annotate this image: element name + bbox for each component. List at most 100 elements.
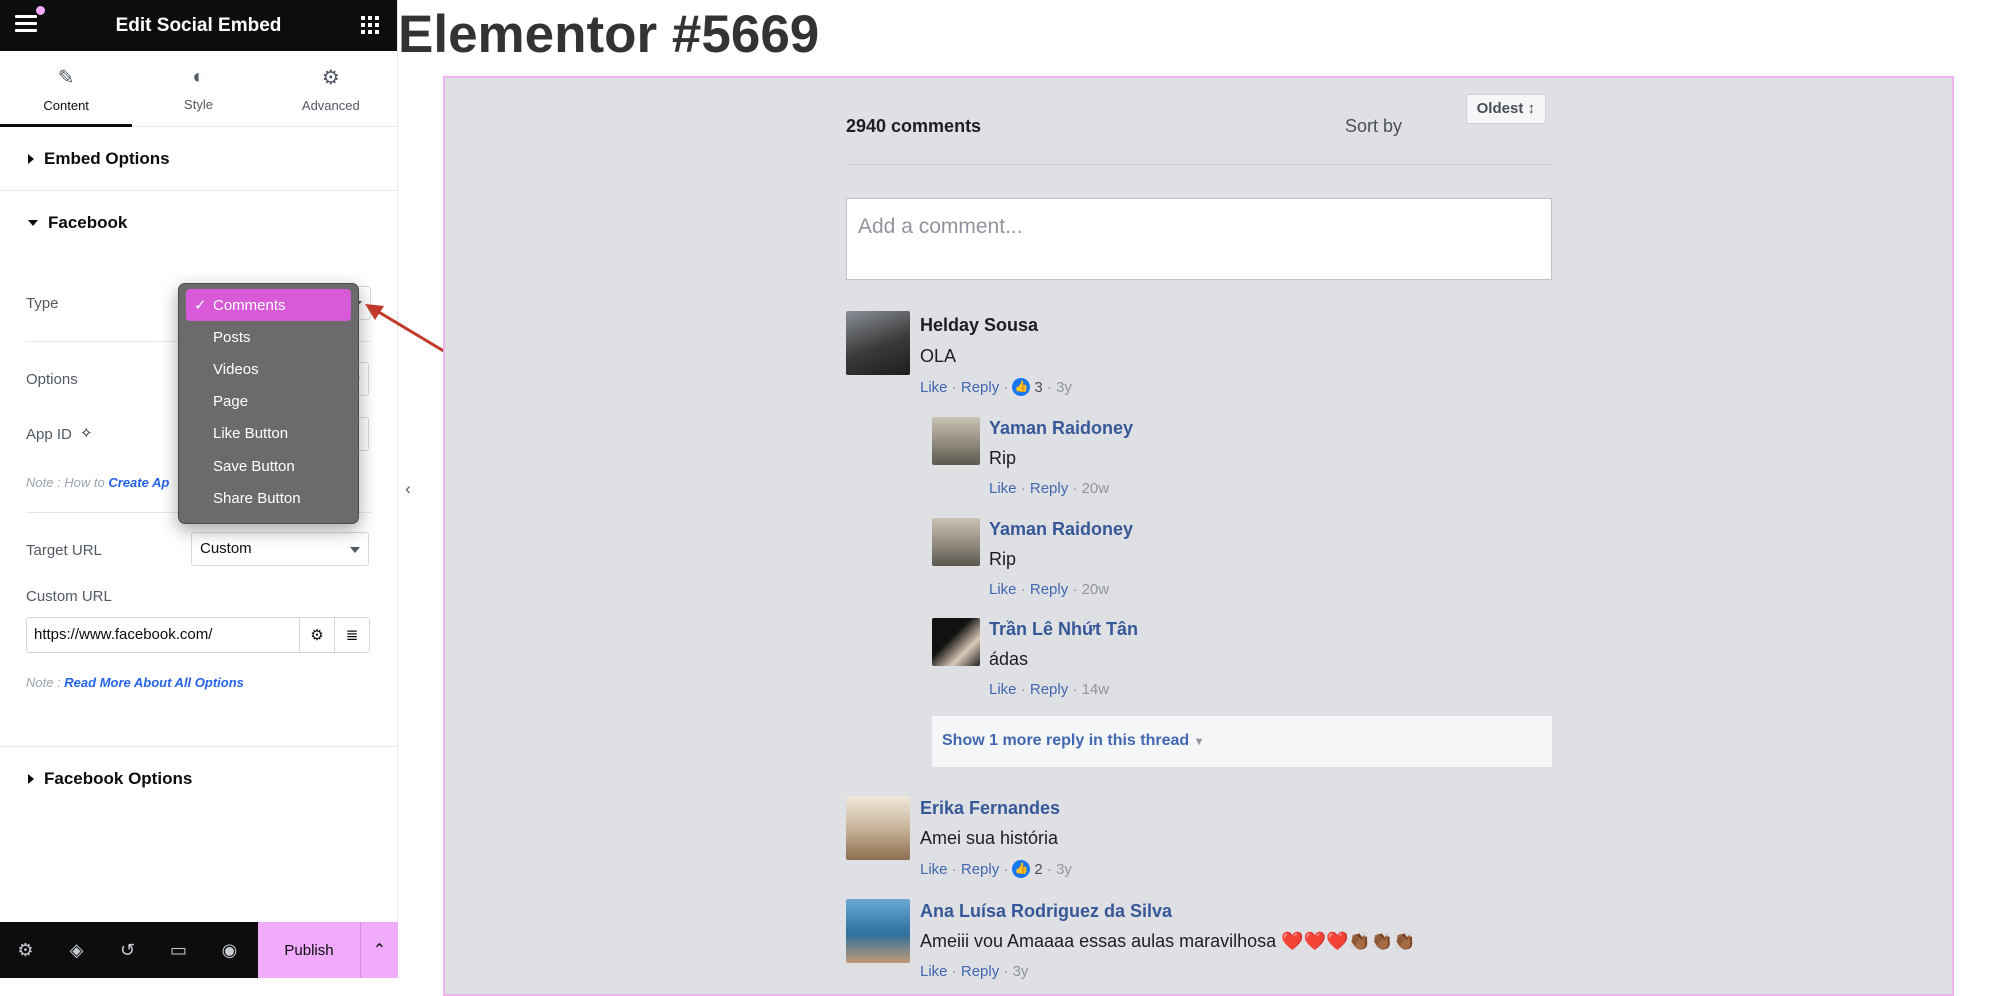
reply-link[interactable]: Reply <box>1030 581 1068 598</box>
collapse-panel-handle[interactable]: ‹ <box>398 455 418 522</box>
avatar[interactable] <box>932 417 980 465</box>
comment-text: OLA <box>920 346 957 366</box>
tab-style-label: Style <box>184 96 213 112</box>
avatar[interactable] <box>846 311 910 375</box>
timestamp[interactable]: 3y <box>1056 861 1072 878</box>
tab-content[interactable]: ✎ Content <box>0 51 133 127</box>
create-app-link[interactable]: Create Ap <box>108 475 169 490</box>
avatar[interactable] <box>932 518 980 566</box>
dropdown-option-like-button[interactable]: Like Button <box>186 418 351 450</box>
like-count[interactable]: 3 <box>1034 379 1042 396</box>
comment-text: Rip <box>989 448 1017 468</box>
reply-link[interactable]: Reply <box>961 861 999 878</box>
tab-style[interactable]: ◐ Style <box>132 51 264 126</box>
contrast-icon: ◐ <box>192 65 205 88</box>
like-link[interactable]: Like <box>920 861 948 878</box>
timestamp[interactable]: 14w <box>1082 681 1110 698</box>
comment-author[interactable]: Helday Sousa <box>920 315 1038 336</box>
dropdown-option-posts[interactable]: Posts <box>186 321 351 353</box>
checkmark-icon: ✓ <box>194 297 207 315</box>
app-id-note: Note : How to Create Ap <box>26 475 169 490</box>
like-link[interactable]: Like <box>989 681 1017 698</box>
reply-link[interactable]: Reply <box>961 963 999 980</box>
panel-tabs: ✎ Content ◐ Style ⚙ Advanced <box>0 51 397 127</box>
target-url-value: Custom <box>200 540 252 557</box>
dropdown-option-share-button[interactable]: Share Button <box>186 482 351 514</box>
target-url-select[interactable]: Custom <box>191 532 369 566</box>
dropdown-option-page[interactable]: Page <box>186 386 351 418</box>
dynamic-tags-icon[interactable]: ≣ <box>334 618 369 652</box>
like-count[interactable]: 2 <box>1034 861 1042 878</box>
avatar[interactable] <box>932 618 980 666</box>
type-dropdown-menu: ✓ Comments Posts Videos Page Like Button… <box>178 283 359 524</box>
like-link[interactable]: Like <box>989 581 1017 598</box>
preview-eye-icon[interactable]: ◉ <box>204 922 255 978</box>
separator: · <box>1020 681 1026 698</box>
add-comment-input[interactable]: Add a comment... <box>846 198 1552 280</box>
section-facebook[interactable]: Facebook <box>0 191 397 255</box>
option-label: Posts <box>213 328 251 346</box>
reply-link[interactable]: Reply <box>961 379 999 396</box>
option-label: Videos <box>213 360 259 378</box>
widgets-grid-icon[interactable] <box>361 16 379 34</box>
comment-text: Ameiii vou Amaaaa essas aulas maravilhos… <box>920 931 1416 951</box>
comment-author[interactable]: Ana Luísa Rodriguez da Silva <box>920 901 1172 922</box>
read-more-link[interactable]: Read More About All Options <box>64 675 244 690</box>
timestamp[interactable]: 20w <box>1082 581 1110 598</box>
comment-author[interactable]: Erika Fernandes <box>920 798 1060 819</box>
tab-advanced-label: Advanced <box>301 97 360 113</box>
tab-content-label: Content <box>43 97 89 113</box>
separator: · <box>1020 581 1026 598</box>
settings-icon[interactable]: ⚙ <box>0 922 51 978</box>
avatar[interactable] <box>846 796 910 860</box>
section-facebook-options[interactable]: Facebook Options <box>0 747 398 811</box>
publish-button[interactable]: Publish <box>258 922 360 978</box>
separator: · <box>1072 681 1078 698</box>
timestamp[interactable]: 3y <box>1013 963 1029 980</box>
dropdown-arrow-icon <box>350 547 360 553</box>
responsive-mode-icon[interactable]: ▭ <box>153 922 204 978</box>
caret-right-icon <box>28 774 34 784</box>
dropdown-option-comments[interactable]: ✓ Comments <box>186 289 351 322</box>
separator: · <box>1003 860 1009 878</box>
separator: · <box>1072 480 1078 497</box>
menu-icon[interactable] <box>15 15 37 33</box>
timestamp[interactable]: 3y <box>1056 379 1072 396</box>
comment-author[interactable]: Yaman Raidoney <box>989 418 1133 439</box>
like-link[interactable]: Like <box>920 379 948 396</box>
like-link[interactable]: Like <box>920 963 948 980</box>
section-embed-options-label: Embed Options <box>44 148 170 168</box>
separator: · <box>951 860 957 878</box>
comment-author[interactable]: Trần Lê Nhứt Tân <box>989 619 1138 640</box>
comment-author[interactable]: Yaman Raidoney <box>989 519 1133 540</box>
separator: · <box>1072 581 1078 598</box>
timestamp[interactable]: 20w <box>1082 480 1110 497</box>
show-more-replies-link[interactable]: Show 1 more reply in this thread ▼ <box>932 716 1552 767</box>
section-embed-options[interactable]: Embed Options <box>0 127 397 191</box>
history-icon[interactable]: ↺ <box>102 922 153 978</box>
sort-select[interactable]: Oldest ↕ <box>1465 94 1546 124</box>
comment-text: ádas <box>989 649 1029 669</box>
reply-link[interactable]: Reply <box>1030 480 1068 497</box>
separator: · <box>1020 480 1026 497</box>
caret-down-icon <box>28 220 38 226</box>
dropdown-option-videos[interactable]: Videos <box>186 353 351 385</box>
target-url-label: Target URL <box>26 542 102 559</box>
chevron-down-icon: ▼ <box>1193 736 1205 748</box>
tab-advanced[interactable]: ⚙ Advanced <box>265 51 397 126</box>
dropdown-option-save-button[interactable]: Save Button <box>186 450 351 482</box>
avatar[interactable] <box>846 899 910 963</box>
custom-url-input[interactable]: https://www.facebook.com/ <box>27 618 299 652</box>
reply-link[interactable]: Reply <box>1030 681 1068 698</box>
separator: · <box>1003 963 1009 980</box>
navigator-layers-icon[interactable]: ◈ <box>51 922 102 978</box>
comment-actions: Like · Reply · 3y <box>920 963 1028 980</box>
settings-gear-icon[interactable]: ⚙ <box>299 618 334 652</box>
gear-icon: ⚙ <box>321 66 340 89</box>
option-label: Share Button <box>213 489 301 507</box>
like-link[interactable]: Like <box>989 480 1017 497</box>
ai-sparkle-icon[interactable]: ✧ <box>80 424 93 442</box>
section-facebook-label: Facebook <box>48 213 128 232</box>
chevron-up-icon[interactable]: ⌃ <box>360 922 398 978</box>
show-more-label: Show 1 more reply in this thread <box>942 732 1190 749</box>
